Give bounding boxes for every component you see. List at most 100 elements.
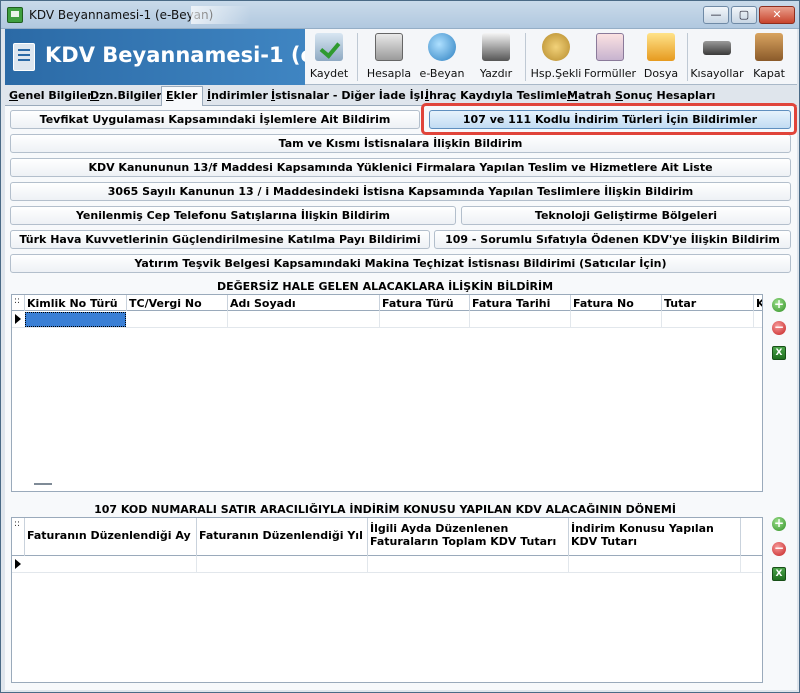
- printer-icon: [482, 33, 510, 61]
- grid2-delete-row-icon[interactable]: −: [772, 542, 786, 556]
- grid2-header: :: Faturanın Düzenlendiği Ay Faturanın D…: [12, 518, 762, 556]
- col-adi-soyadi[interactable]: Adı Soyadı: [228, 295, 380, 311]
- grid2-new-row[interactable]: [12, 556, 762, 573]
- col-tc-vergi-no[interactable]: TC/Vergi No: [127, 295, 228, 311]
- tab-mnemonic: E: [166, 89, 174, 102]
- grid1-new-row[interactable]: [12, 311, 762, 328]
- grid2-title: 107 KOD NUMARALI SATIR ARACILIĞIYLA İNDİ…: [94, 503, 676, 516]
- highlight-outline: [421, 103, 797, 135]
- thk-katilma-payi-button[interactable]: Türk Hava Kuvvetlerinin Güçlendirilmesin…: [10, 230, 430, 249]
- grid2-cell[interactable]: [197, 556, 368, 572]
- e-beyan-button[interactable]: e-Beyan: [417, 29, 467, 85]
- tab-mnemonic: G: [9, 89, 19, 102]
- teknoloji-gelistirme-button[interactable]: Teknoloji Geliştirme Bölgeleri: [461, 206, 791, 225]
- kisayollar-button[interactable]: Kısayollar: [689, 29, 745, 85]
- grid1-title: DEĞERSİZ HALE GELEN ALACAKLARA İLİŞKİN B…: [216, 280, 554, 293]
- col-toplam-kdv-tutari[interactable]: İlgili Ayda Düzenlenen Faturaların Topla…: [368, 518, 569, 556]
- kapat-button[interactable]: Kapat: [747, 29, 791, 85]
- brand-banner: KDV Beyannamesi-1 (e-Bey: [5, 29, 305, 85]
- toolbar-separator: [525, 33, 526, 81]
- exit-door-icon: [755, 33, 783, 61]
- kanun-3065-bildirim-button[interactable]: 3065 Sayılı Kanunun 13 / i Maddesindeki …: [10, 182, 791, 201]
- e-beyan-globe-icon: [428, 33, 456, 61]
- sorumlu-109-bildirim-button[interactable]: 109 - Sorumlu Sıfatıyla Ödenen KDV'ye İl…: [434, 230, 791, 249]
- grid1-delete-row-icon[interactable]: −: [772, 321, 786, 335]
- maximize-button[interactable]: ▢: [731, 6, 757, 24]
- grid2-cell[interactable]: [569, 556, 741, 572]
- hesapla-button[interactable]: Hesapla: [363, 29, 415, 85]
- app-icon: [7, 7, 23, 23]
- kisayollar-label: Kısayollar: [690, 67, 744, 80]
- row-indicator-icon: [15, 559, 21, 569]
- yazdir-label: Yazdır: [479, 67, 513, 80]
- grid1-header: :: Kimlik No Türü TC/Vergi No Adı Soyadı…: [12, 295, 762, 311]
- tab-genel-bilgiler[interactable]: Genel Bilgiler: [9, 89, 93, 102]
- tab-label: onuç Hesapları: [622, 89, 716, 102]
- gears-icon: [542, 33, 570, 61]
- grid1-cell[interactable]: [662, 311, 754, 327]
- cep-telefonu-bildirim-button[interactable]: Yenilenmiş Cep Telefonu Satışlarına İliş…: [10, 206, 456, 225]
- grid1-cell[interactable]: [380, 311, 470, 327]
- e-beyan-label: e-Beyan: [419, 67, 465, 80]
- tab-dzn-bilgileri[interactable]: Dzn.Bilgileri: [90, 89, 166, 102]
- kdv-13f-liste-button[interactable]: KDV Kanununun 13/f Maddesi Kapsamında Yü…: [10, 158, 791, 177]
- col-fatura-turu[interactable]: Fatura Türü: [380, 295, 470, 311]
- formuller-label: Formüller: [583, 67, 637, 80]
- kaydet-label: Kaydet: [309, 67, 349, 80]
- grid2-corner: ::: [12, 518, 25, 556]
- dosya-button[interactable]: Dosya: [637, 29, 685, 85]
- save-check-icon: [315, 33, 343, 61]
- title-blur-region: [191, 6, 251, 24]
- header-toolbar: KDV Beyannamesi-1 (e-Bey Kaydet Hesapla …: [5, 29, 797, 85]
- col-tutar[interactable]: Tutar: [662, 295, 754, 311]
- grid1-cell[interactable]: [228, 311, 380, 327]
- grid1-cell[interactable]: [470, 311, 571, 327]
- tab-mnemonic: S: [615, 89, 623, 102]
- tab-label: ndirimler: [211, 89, 268, 102]
- tab-ekler[interactable]: Ekler: [161, 86, 203, 107]
- tab-istisnalar[interactable]: İstisnalar - Diğer İade İşl.: [271, 89, 428, 102]
- window-title: KDV Beyannamesi-1 (e-Beyan): [29, 8, 214, 22]
- grid1-cell[interactable]: [127, 311, 228, 327]
- col-duzenlendigi-yil[interactable]: Faturanın Düzenlendiği Yıl: [197, 518, 368, 556]
- col-kimlik-no-turu[interactable]: Kimlik No Türü: [25, 295, 127, 311]
- grid2-cell[interactable]: [368, 556, 569, 572]
- kaydet-button[interactable]: Kaydet: [305, 29, 353, 85]
- tab-sonuc-hesaplari[interactable]: Sonuç Hesapları: [615, 89, 715, 102]
- brand-title: KDV Beyannamesi-1 (e-Bey: [45, 43, 305, 67]
- grid1-corner: ::: [12, 295, 25, 311]
- grid1-cell[interactable]: [571, 311, 662, 327]
- grid2-cell[interactable]: [25, 556, 197, 572]
- col-k[interactable]: K: [754, 295, 762, 311]
- tab-ihrac[interactable]: İhraç Kaydıyla Teslimler: [425, 89, 572, 102]
- grid1-add-row-icon[interactable]: +: [772, 298, 786, 312]
- tab-label: enel Bilgiler: [18, 89, 93, 102]
- grid1-scroll-thumb[interactable]: [34, 483, 52, 485]
- tab-indirimler[interactable]: İndirimler: [207, 89, 268, 102]
- minimize-button[interactable]: —: [703, 6, 729, 24]
- tevfikat-bildirim-button[interactable]: Tevfikat Uygulaması Kapsamındaki İşlemle…: [10, 110, 420, 129]
- folder-icon: [647, 33, 675, 61]
- title-bar: KDV Beyannamesi-1 (e-Beyan) — ▢ ✕: [1, 1, 799, 29]
- col-duzenlendigi-ay[interactable]: Faturanın Düzenlendiği Ay: [25, 518, 197, 556]
- col-indirim-kdv-tutari[interactable]: İndirim Konusu Yapılan KDV Tutarı: [569, 518, 741, 556]
- grid1-selected-cell[interactable]: [25, 312, 126, 327]
- formulas-icon: [596, 33, 624, 61]
- hsp-sekli-button[interactable]: Hsp.Şekli: [529, 29, 583, 85]
- col-fatura-tarihi[interactable]: Fatura Tarihi: [470, 295, 571, 311]
- main-window: KDV Beyannamesi-1 (e-Beyan) — ▢ ✕ KDV Be…: [0, 0, 800, 693]
- col-fatura-no[interactable]: Fatura No: [571, 295, 662, 311]
- degersiz-alacak-grid: :: Kimlik No Türü TC/Vergi No Adı Soyadı…: [11, 294, 763, 492]
- calculator-icon: [375, 33, 403, 61]
- tab-mnemonic: D: [90, 89, 100, 102]
- grid1-excel-export-icon[interactable]: X: [772, 346, 786, 360]
- tab-matrah[interactable]: Matrah: [567, 89, 611, 102]
- formuller-button[interactable]: Formüller: [583, 29, 637, 85]
- dosya-label: Dosya: [643, 67, 679, 80]
- yatirim-tesvik-bildirim-button[interactable]: Yatırım Teşvik Belgesi Kapsamındaki Maki…: [10, 254, 791, 273]
- close-window-button[interactable]: ✕: [759, 6, 795, 24]
- yazdir-button[interactable]: Yazdır: [471, 29, 521, 85]
- grid2-excel-export-icon[interactable]: X: [772, 567, 786, 581]
- grid2-add-row-icon[interactable]: +: [772, 517, 786, 531]
- tam-kismi-istisna-button[interactable]: Tam ve Kısmı İstisnalara İlişkin Bildiri…: [10, 134, 791, 153]
